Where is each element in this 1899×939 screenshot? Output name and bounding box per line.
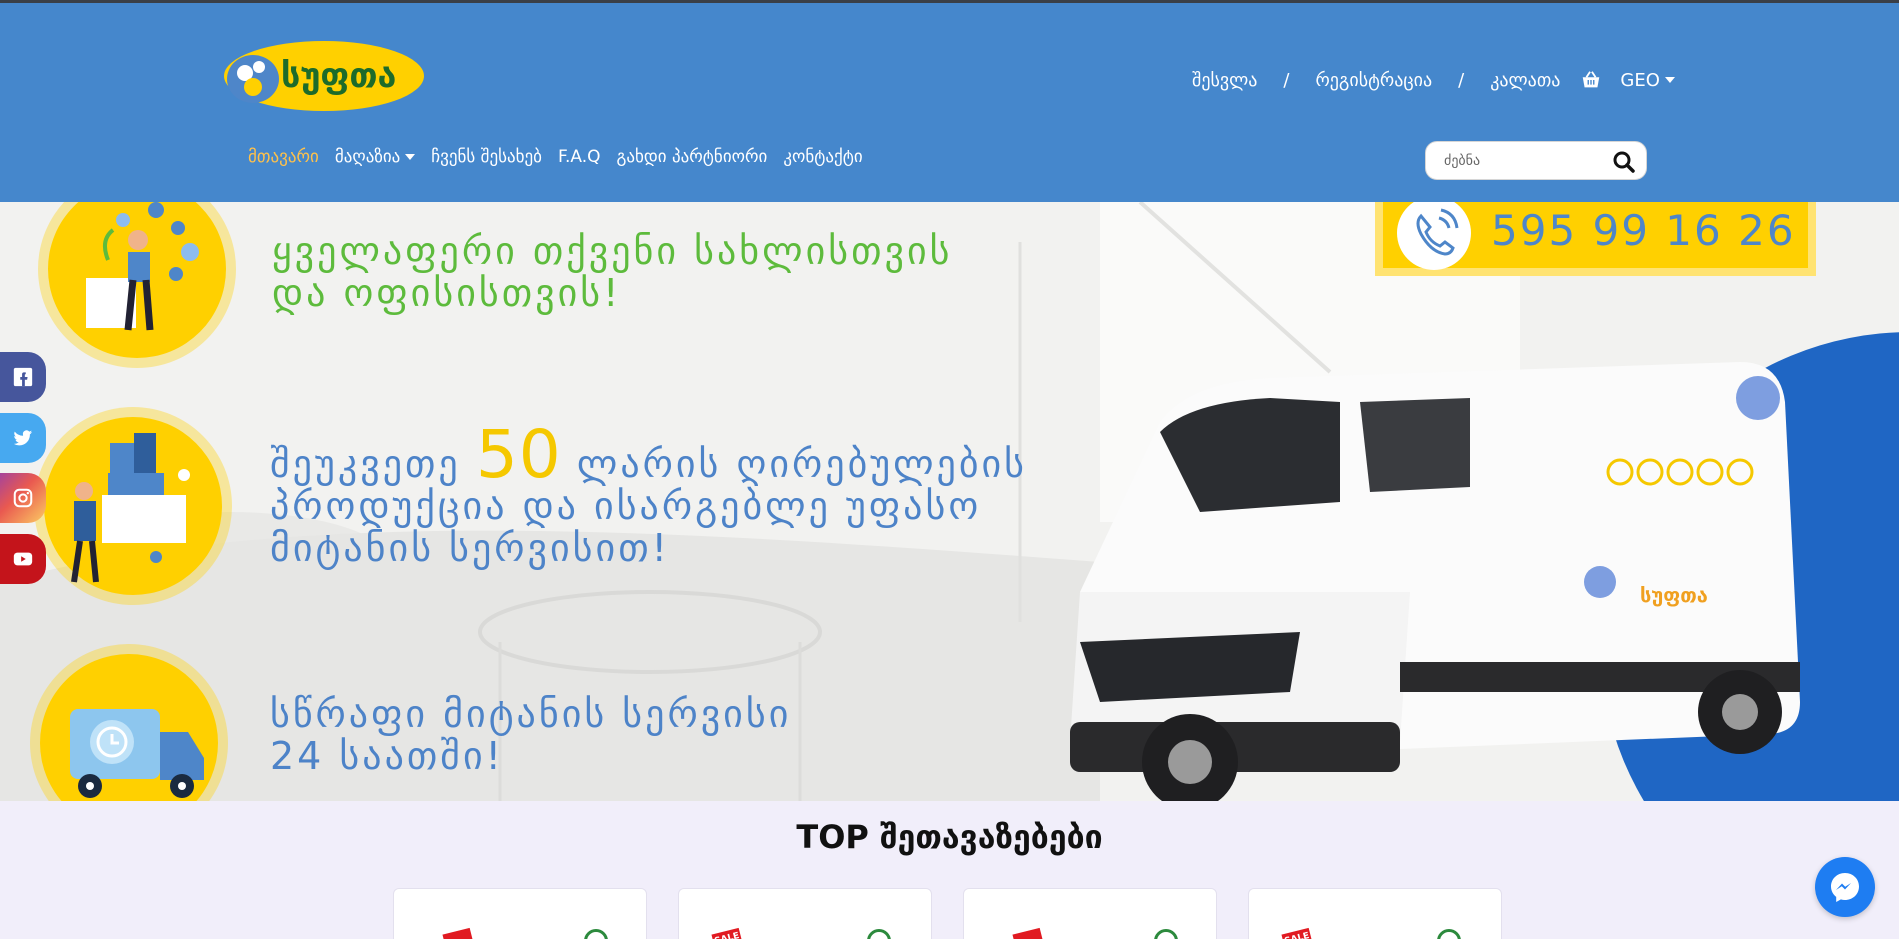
slogan-prefix: შეუკვეთე (270, 442, 461, 486)
shopping-person-icon (86, 202, 199, 331)
delivery-badge-icon (867, 929, 891, 939)
slogan-amount: 50 (475, 416, 562, 493)
separator: / (1283, 69, 1290, 91)
sale-badge (1012, 927, 1044, 939)
delivery-badge-icon (1437, 929, 1461, 939)
nav-item-faq[interactable]: F.A.Q (558, 147, 601, 167)
cart-link[interactable]: კალათა (1490, 70, 1560, 91)
slogan-line: 24 საათში! (270, 734, 504, 778)
sale-badge: SALE (711, 927, 743, 939)
nav-item-contact[interactable]: კონტაქტი (783, 147, 862, 167)
messenger-icon (1831, 873, 1859, 902)
truck-clock-icon (70, 709, 204, 798)
chevron-down-icon (405, 154, 416, 160)
facebook-icon (13, 367, 33, 387)
delivery-badge-icon (584, 929, 608, 939)
separator: / (1458, 69, 1465, 91)
phone-number: 595 99 16 26 (1491, 206, 1796, 255)
product-card[interactable]: SALE (678, 888, 932, 939)
login-link[interactable]: შესვლა (1192, 70, 1257, 91)
main-navigation: მთავარი მაღაზია ჩვენს შესახებ F.A.Q გახდ… (248, 147, 879, 167)
nav-item-home[interactable]: მთავარი (248, 147, 319, 167)
nav-item-partner[interactable]: გახდი პარტნიორი (617, 147, 768, 167)
delivery-courier-illustration (44, 417, 222, 595)
twitter-icon (13, 430, 33, 446)
product-card[interactable] (963, 888, 1217, 939)
search-icon[interactable] (1612, 150, 1636, 174)
search-input[interactable] (1444, 152, 1614, 169)
messenger-chat-button[interactable] (1815, 857, 1875, 917)
delivery-badge-icon (1154, 929, 1178, 939)
instagram-icon (13, 488, 33, 508)
search-box (1425, 141, 1647, 180)
delivery-truck-illustration (40, 654, 218, 801)
chevron-down-icon (1664, 77, 1675, 83)
logo-text: სუფთა (281, 56, 396, 96)
sale-badge (442, 927, 474, 939)
slogan-fast-delivery: სწრაფი მიტანის სერვისი 24 საათში! (270, 693, 791, 777)
slogan-everything-for-home: ყველაფერი თქვენი სახლისთვის და ოფისისთვი… (272, 230, 953, 314)
youtube-icon (13, 552, 33, 566)
slogan-free-delivery: შეუკვეთე 50 ლარის ღირებულების პროდუქცია … (270, 422, 1028, 570)
product-card[interactable]: SALE (1248, 888, 1502, 939)
brand-logo[interactable]: სუფთა (223, 39, 425, 113)
delivery-van-image: სუფთა (1070, 362, 1800, 801)
slogan-line: სწრაფი მიტანის სერვისი (270, 692, 792, 736)
youtube-button[interactable] (0, 534, 46, 584)
sale-badge: SALE (1281, 927, 1313, 939)
top-navigation: შესვლა / რეგისტრაცია / კალათა GEO (1192, 69, 1675, 91)
register-link[interactable]: რეგისტრაცია (1315, 70, 1432, 91)
language-selector[interactable]: GEO (1620, 70, 1675, 91)
nav-item-shop[interactable]: მაღაზია (334, 147, 416, 167)
language-label: GEO (1620, 69, 1660, 91)
phone-icon-circle (1397, 202, 1471, 270)
van-logo-text: სუფთა (1640, 583, 1708, 607)
phone-banner[interactable]: 595 99 16 26 (1375, 202, 1816, 276)
slogan-line: ყველაფერი თქვენი სახლისთვის (272, 229, 953, 273)
section-title: TOP შეთავაზებები (796, 818, 1103, 856)
basket-icon[interactable] (1580, 69, 1602, 91)
slogan-suffix: ლარის ღირებულების (576, 442, 1028, 486)
slogan-line: და ოფისისთვის! (272, 271, 622, 315)
site-header: სუფთა შესვლა / რეგისტრაცია / კალათა GEO … (0, 3, 1899, 202)
slogan-line: მიტანის სერვისით! (270, 526, 670, 570)
hero-banner: ყველაფერი თქვენი სახლისთვის და ოფისისთვი… (0, 202, 1899, 801)
facebook-button[interactable] (0, 352, 46, 402)
nav-item-about[interactable]: ჩვენს შესახებ (431, 147, 542, 167)
twitter-button[interactable] (0, 413, 46, 463)
slogan-line: პროდუქცია და ისარგებლე უფასო (270, 484, 982, 528)
phone-icon (1416, 208, 1459, 256)
home-office-illustration (48, 202, 226, 358)
courier-boxes-icon (71, 433, 190, 583)
instagram-button[interactable] (0, 473, 46, 523)
slogan-line-first: შეუკვეთე 50 ლარის ღირებულების (270, 422, 1028, 488)
product-card[interactable] (393, 888, 647, 939)
nav-item-shop-label: მაღაზია (334, 147, 401, 167)
